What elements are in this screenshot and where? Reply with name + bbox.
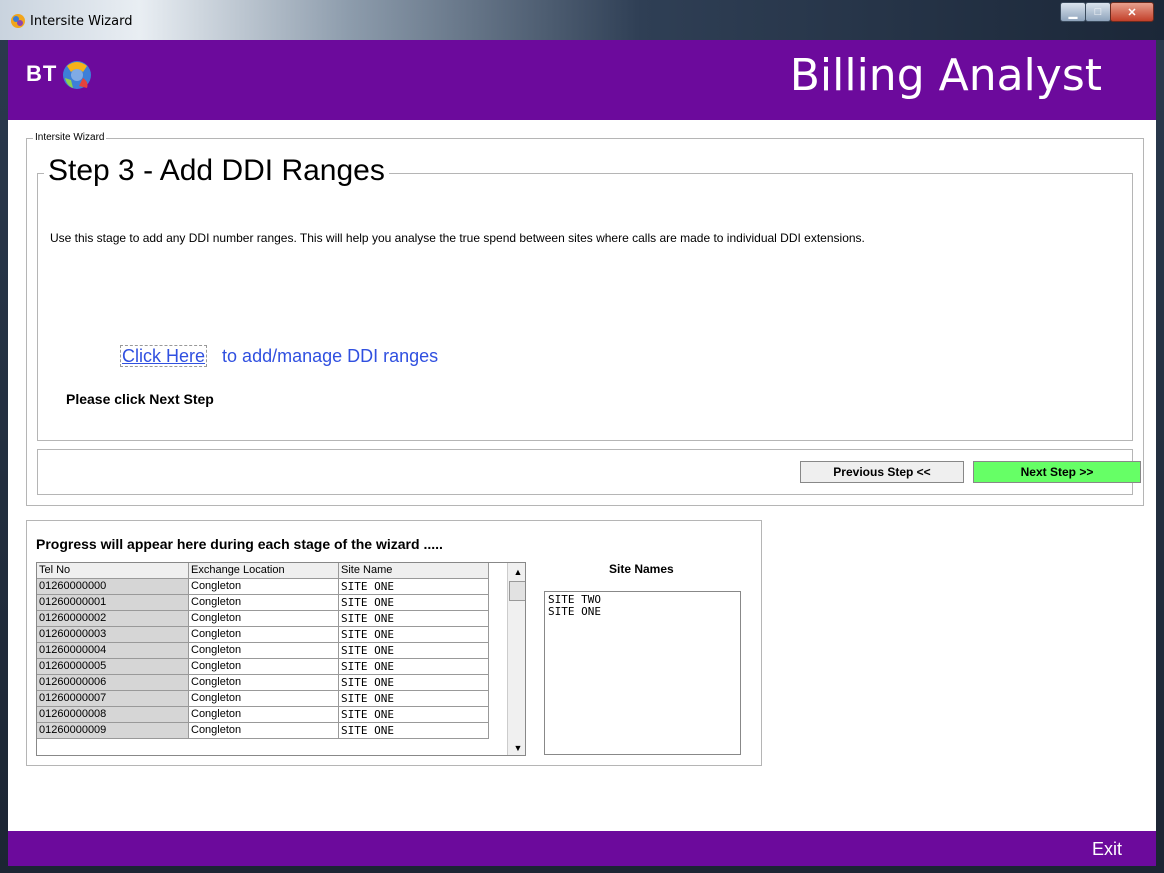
tel-no-cell: 01260000002 [37, 611, 189, 627]
wizard-group-label: Intersite Wizard [33, 132, 107, 143]
wizard-group: Intersite Wizard Step 3 - Add DDI Ranges… [26, 132, 1144, 506]
progress-panel: Progress will appear here during each st… [26, 520, 762, 766]
table-row[interactable]: 01260000005 Congleton SITE ONE [37, 659, 525, 675]
click-here-link[interactable]: Click Here [120, 345, 208, 367]
app-icon [11, 14, 25, 28]
window-controls: ▁ □ ✕ [1060, 2, 1154, 22]
close-icon: ✕ [1127, 6, 1137, 19]
site-name-cell: SITE ONE [339, 691, 489, 707]
column-header[interactable]: Exchange Location [189, 563, 339, 579]
table-row[interactable]: 01260000007 Congleton SITE ONE [37, 691, 525, 707]
tel-no-cell: 01260000007 [37, 691, 189, 707]
window-title: Intersite Wizard [30, 14, 133, 29]
site-names-list[interactable]: SITE TWO SITE ONE [544, 591, 741, 755]
exchange-cell: Congleton [189, 595, 339, 611]
tel-no-cell: 01260000008 [37, 707, 189, 723]
table-row[interactable]: 01260000003 Congleton SITE ONE [37, 627, 525, 643]
tel-no-cell: 01260000006 [37, 675, 189, 691]
tel-no-cell: 01260000004 [37, 643, 189, 659]
maximize-icon: □ [1094, 6, 1102, 18]
app-header: BT Billing Analyst [8, 40, 1156, 120]
progress-grid[interactable]: Tel No Exchange Location Site Name 01260… [36, 562, 526, 756]
site-name-cell: SITE ONE [339, 579, 489, 595]
exit-button[interactable]: Exit [1092, 839, 1122, 860]
tel-no-cell: 01260000003 [37, 627, 189, 643]
site-name-cell: SITE ONE [339, 659, 489, 675]
title-bar[interactable]: Intersite Wizard ▁ □ ✕ [0, 0, 1164, 40]
instruction-text: Please click Next Step [66, 391, 214, 407]
maximize-button[interactable]: □ [1085, 2, 1111, 22]
exchange-cell: Congleton [189, 579, 339, 595]
site-name-cell: SITE ONE [339, 643, 489, 659]
grid-header-row: Tel No Exchange Location Site Name [37, 563, 525, 579]
bt-logo: BT [26, 56, 97, 92]
click-here-suffix [212, 346, 222, 366]
next-step-button[interactable]: Next Step >> [973, 461, 1141, 483]
app-title: Billing Analyst [789, 50, 1102, 101]
tel-no-cell: 01260000001 [37, 595, 189, 611]
table-row[interactable]: 01260000001 Congleton SITE ONE [37, 595, 525, 611]
site-name-cell: SITE ONE [339, 611, 489, 627]
tel-no-cell: 01260000009 [37, 723, 189, 739]
site-name-cell: SITE ONE [339, 595, 489, 611]
table-row[interactable]: 01260000004 Congleton SITE ONE [37, 643, 525, 659]
progress-title: Progress will appear here during each st… [36, 536, 443, 552]
step-title: Step 3 - Add DDI Ranges [44, 154, 389, 188]
exchange-cell: Congleton [189, 611, 339, 627]
navigation-panel: Previous Step << Next Step >> [37, 449, 1141, 495]
exchange-cell: Congleton [189, 627, 339, 643]
site-names-title: Site Names [609, 562, 674, 576]
table-row[interactable]: 01260000000 Congleton SITE ONE [37, 579, 525, 595]
step-panel: Step 3 - Add DDI Ranges Use this stage t… [37, 154, 1133, 441]
exchange-cell: Congleton [189, 643, 339, 659]
exchange-cell: Congleton [189, 691, 339, 707]
app-window: Intersite Wizard ▁ □ ✕ BT Billing Analys… [0, 0, 1164, 873]
column-header[interactable]: Site Name [339, 563, 489, 579]
minimize-icon: ▁ [1068, 6, 1078, 19]
site-name-cell: SITE ONE [339, 723, 489, 739]
step-description: Use this stage to add any DDI number ran… [50, 231, 865, 245]
exchange-cell: Congleton [189, 723, 339, 739]
table-row[interactable]: 01260000002 Congleton SITE ONE [37, 611, 525, 627]
tel-no-cell: 01260000000 [37, 579, 189, 595]
column-header[interactable]: Tel No [37, 563, 189, 579]
exchange-cell: Congleton [189, 675, 339, 691]
site-name-cell: SITE ONE [339, 707, 489, 723]
scroll-thumb[interactable] [509, 581, 525, 601]
site-name-cell: SITE ONE [339, 627, 489, 643]
scroll-down-arrow-icon[interactable]: ▼ [510, 741, 525, 755]
list-item[interactable]: SITE ONE [548, 606, 737, 618]
previous-step-button[interactable]: Previous Step << [800, 461, 964, 483]
manage-ddi-row: Click Here to add/manage DDI ranges [120, 345, 439, 367]
app-footer: Exit [8, 831, 1156, 866]
client-area: BT Billing Analyst Intersite Wizard Step… [8, 40, 1156, 866]
table-row[interactable]: 01260000008 Congleton SITE ONE [37, 707, 525, 723]
bt-logo-text: BT [26, 61, 58, 86]
table-row[interactable]: 01260000009 Congleton SITE ONE [37, 723, 525, 739]
minimize-button[interactable]: ▁ [1060, 2, 1086, 22]
table-row[interactable]: 01260000006 Congleton SITE ONE [37, 675, 525, 691]
tel-no-cell: 01260000005 [37, 659, 189, 675]
exchange-cell: Congleton [189, 659, 339, 675]
scroll-up-arrow-icon[interactable]: ▲ [510, 565, 525, 579]
bt-globe-icon [63, 61, 92, 89]
manage-ddi-text: to add/manage DDI ranges [222, 346, 439, 366]
close-button[interactable]: ✕ [1110, 2, 1154, 22]
grid-scrollbar[interactable]: ▲ ▼ [507, 563, 525, 755]
exchange-cell: Congleton [189, 707, 339, 723]
site-name-cell: SITE ONE [339, 675, 489, 691]
